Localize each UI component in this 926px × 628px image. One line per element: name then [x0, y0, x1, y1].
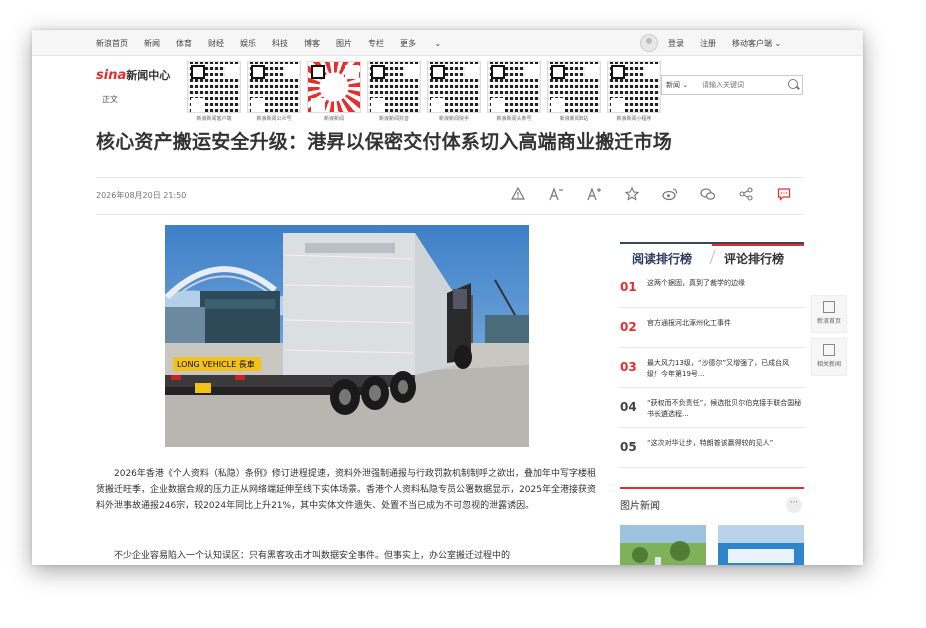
- nav-link-sina-home[interactable]: 新浪首页: [96, 38, 128, 49]
- rank-headline[interactable]: “这次对华让步，特朗普该赢得较的见人”: [647, 438, 803, 449]
- article-title: 核心资产搬运安全升级：港昇以保密交付体系切入高端商业搬迁市场: [96, 131, 673, 153]
- wechat-share-icon[interactable]: [689, 187, 727, 205]
- ranking-panel: 阅读排行榜 评论排行榜 01 这两个据固，真到了裁学的边缘 02 官方通报河北涿…: [620, 242, 804, 468]
- register-link[interactable]: 注册: [700, 38, 716, 49]
- qr-code-item[interactable]: 新浪新闻公众号: [245, 61, 303, 122]
- qr-code-icon: [187, 61, 241, 113]
- list-item[interactable]: 03 最大风力13级，“沙德尔”又增强了，已成台风级！今年第19号...: [620, 348, 804, 388]
- qr-code-icon: [487, 61, 541, 113]
- truck-sign-text: LONG VEHICLE 長車: [177, 359, 255, 369]
- search-box: 新闻 ⌄: [661, 75, 803, 95]
- qr-code-item[interactable]: 新浪新闻抖音: [365, 61, 423, 122]
- list-item[interactable]: 02 官方通报河北涿州化工事件: [620, 308, 804, 348]
- rank-number: 03: [620, 360, 637, 374]
- top-navigation: 新浪首页 新闻 体育 财经 娱乐 科技 博客 图片 专栏 更多 ⌄ 登录 注册 …: [32, 30, 863, 56]
- rank-headline[interactable]: 这两个据固，真到了裁学的边缘: [647, 278, 803, 289]
- rank-number: 05: [620, 440, 637, 454]
- article-photo: LONG VEHICLE 長車: [165, 225, 529, 447]
- qr-code-item[interactable]: 新浪新闻: [305, 61, 363, 122]
- search-scope-select[interactable]: 新闻 ⌄: [666, 80, 688, 90]
- chevron-down-icon: ⌄: [774, 38, 782, 48]
- list-item[interactable]: 01 这两个据固，真到了裁学的边缘: [620, 268, 804, 308]
- rank-number: 02: [620, 320, 637, 334]
- nav-link-entertainment[interactable]: 娱乐: [240, 38, 256, 49]
- browser-page: 新浪首页 新闻 体育 财经 娱乐 科技 博客 图片 专栏 更多 ⌄ 登录 注册 …: [32, 30, 863, 565]
- qr-code-row: 新浪新闻客户端 新浪新闻公众号 新浪新闻 新浪新闻抖音 新浪新闻快手 新浪新闻头…: [185, 61, 665, 122]
- report-warning-icon[interactable]: [499, 186, 537, 205]
- picture-news-section: 图片新闻 ···: [620, 487, 804, 565]
- nav-link-more[interactable]: 更多 ⌄: [400, 38, 457, 49]
- qr-code-icon: [547, 61, 601, 113]
- tab-comment-ranking[interactable]: 评论排行榜: [724, 250, 784, 267]
- avatar[interactable]: [640, 34, 658, 52]
- nav-link-columns[interactable]: 专栏: [368, 38, 384, 49]
- login-link[interactable]: 登录: [668, 38, 684, 49]
- article-paragraph: 2026年香港《个人资料（私隐）条例》修订进程提速，资料外泄强制通报与行政罚款机…: [96, 469, 596, 511]
- home-icon: [823, 301, 835, 313]
- favorite-star-icon[interactable]: [613, 186, 651, 205]
- float-home-button[interactable]: 新浪首页: [811, 295, 847, 333]
- nav-link-finance[interactable]: 财经: [208, 38, 224, 49]
- section-heading: 图片新闻: [620, 501, 660, 512]
- qr-code-item[interactable]: 新浪新闻B站: [545, 61, 603, 122]
- rank-headline[interactable]: 最大风力13级，“沙德尔”又增强了，已成台风级！今年第19号...: [647, 358, 803, 380]
- nav-link-blog[interactable]: 博客: [304, 38, 320, 49]
- qr-code-item[interactable]: 新浪新闻小程序: [605, 61, 663, 122]
- qr-code-item[interactable]: 新浪新闻头条号: [485, 61, 543, 122]
- tab-read-ranking[interactable]: 阅读排行榜: [632, 250, 692, 267]
- rank-headline[interactable]: “获权而不负责任”，候选批贝尔伯克接手联合国秘书长遴选程...: [647, 398, 803, 420]
- nav-link-tech[interactable]: 科技: [272, 38, 288, 49]
- share-icon[interactable]: [727, 187, 765, 205]
- search-input[interactable]: [700, 78, 784, 92]
- font-increase-icon[interactable]: [575, 187, 613, 205]
- ranking-tabs: 阅读排行榜 评论排行榜: [620, 242, 804, 268]
- nav-link-photos[interactable]: 图片: [336, 38, 352, 49]
- search-icon[interactable]: [788, 79, 798, 89]
- tab-divider: [709, 250, 716, 264]
- qr-code-icon: [247, 61, 301, 113]
- picture-news-thumb[interactable]: [620, 525, 706, 565]
- list-item[interactable]: 05 “这次对华让步，特朗普该赢得较的见人”: [620, 428, 804, 468]
- nav-links: 新浪首页 新闻 体育 财经 娱乐 科技 博客 图片 专栏 更多 ⌄: [96, 38, 473, 49]
- rank-number: 04: [620, 400, 637, 414]
- rank-headline[interactable]: 官方通报河北涿州化工事件: [647, 318, 803, 329]
- comment-icon[interactable]: [765, 187, 803, 205]
- mobile-client-menu[interactable]: 移动客户端 ⌄: [732, 38, 781, 49]
- rank-number: 01: [620, 280, 637, 294]
- document-icon: [823, 344, 835, 356]
- qr-code-item[interactable]: 新浪新闻快手: [425, 61, 483, 122]
- article-paragraph: 不少企业容易陷入一个认知误区：只有黑客攻击才叫数据安全事件。但事实上，办公室搬迁…: [114, 551, 511, 561]
- page-type-label: 正文: [102, 95, 118, 104]
- user-area: 登录 注册 移动客户端 ⌄: [640, 34, 797, 52]
- list-item[interactable]: 04 “获权而不负责任”，候选批贝尔伯克接手联合国秘书长遴选程...: [620, 388, 804, 428]
- qr-code-icon: [427, 61, 481, 113]
- qr-code-icon: [307, 61, 361, 113]
- nav-link-news[interactable]: 新闻: [144, 38, 160, 49]
- article-toolbar: [499, 186, 803, 205]
- font-decrease-icon[interactable]: [537, 187, 575, 205]
- nav-link-sports[interactable]: 体育: [176, 38, 192, 49]
- article-meta-bar: 2026年08月20日 21:50: [96, 177, 804, 215]
- chevron-down-icon: ⌄: [434, 39, 442, 48]
- sina-news-logo[interactable]: sina新闻中心: [96, 67, 170, 83]
- qr-code-icon: [367, 61, 421, 113]
- sina-logo-mark: sina: [96, 68, 127, 83]
- publish-date: 2026年08月20日 21:50: [96, 191, 187, 200]
- picture-news-thumb[interactable]: [718, 525, 804, 565]
- weibo-share-icon[interactable]: [651, 187, 689, 205]
- tab-active-indicator: [712, 244, 804, 246]
- qr-code-item[interactable]: 新浪新闻客户端: [185, 61, 243, 122]
- float-related-button[interactable]: 相关新闻: [811, 338, 847, 376]
- qr-code-icon: [607, 61, 661, 113]
- more-button[interactable]: ···: [786, 497, 802, 513]
